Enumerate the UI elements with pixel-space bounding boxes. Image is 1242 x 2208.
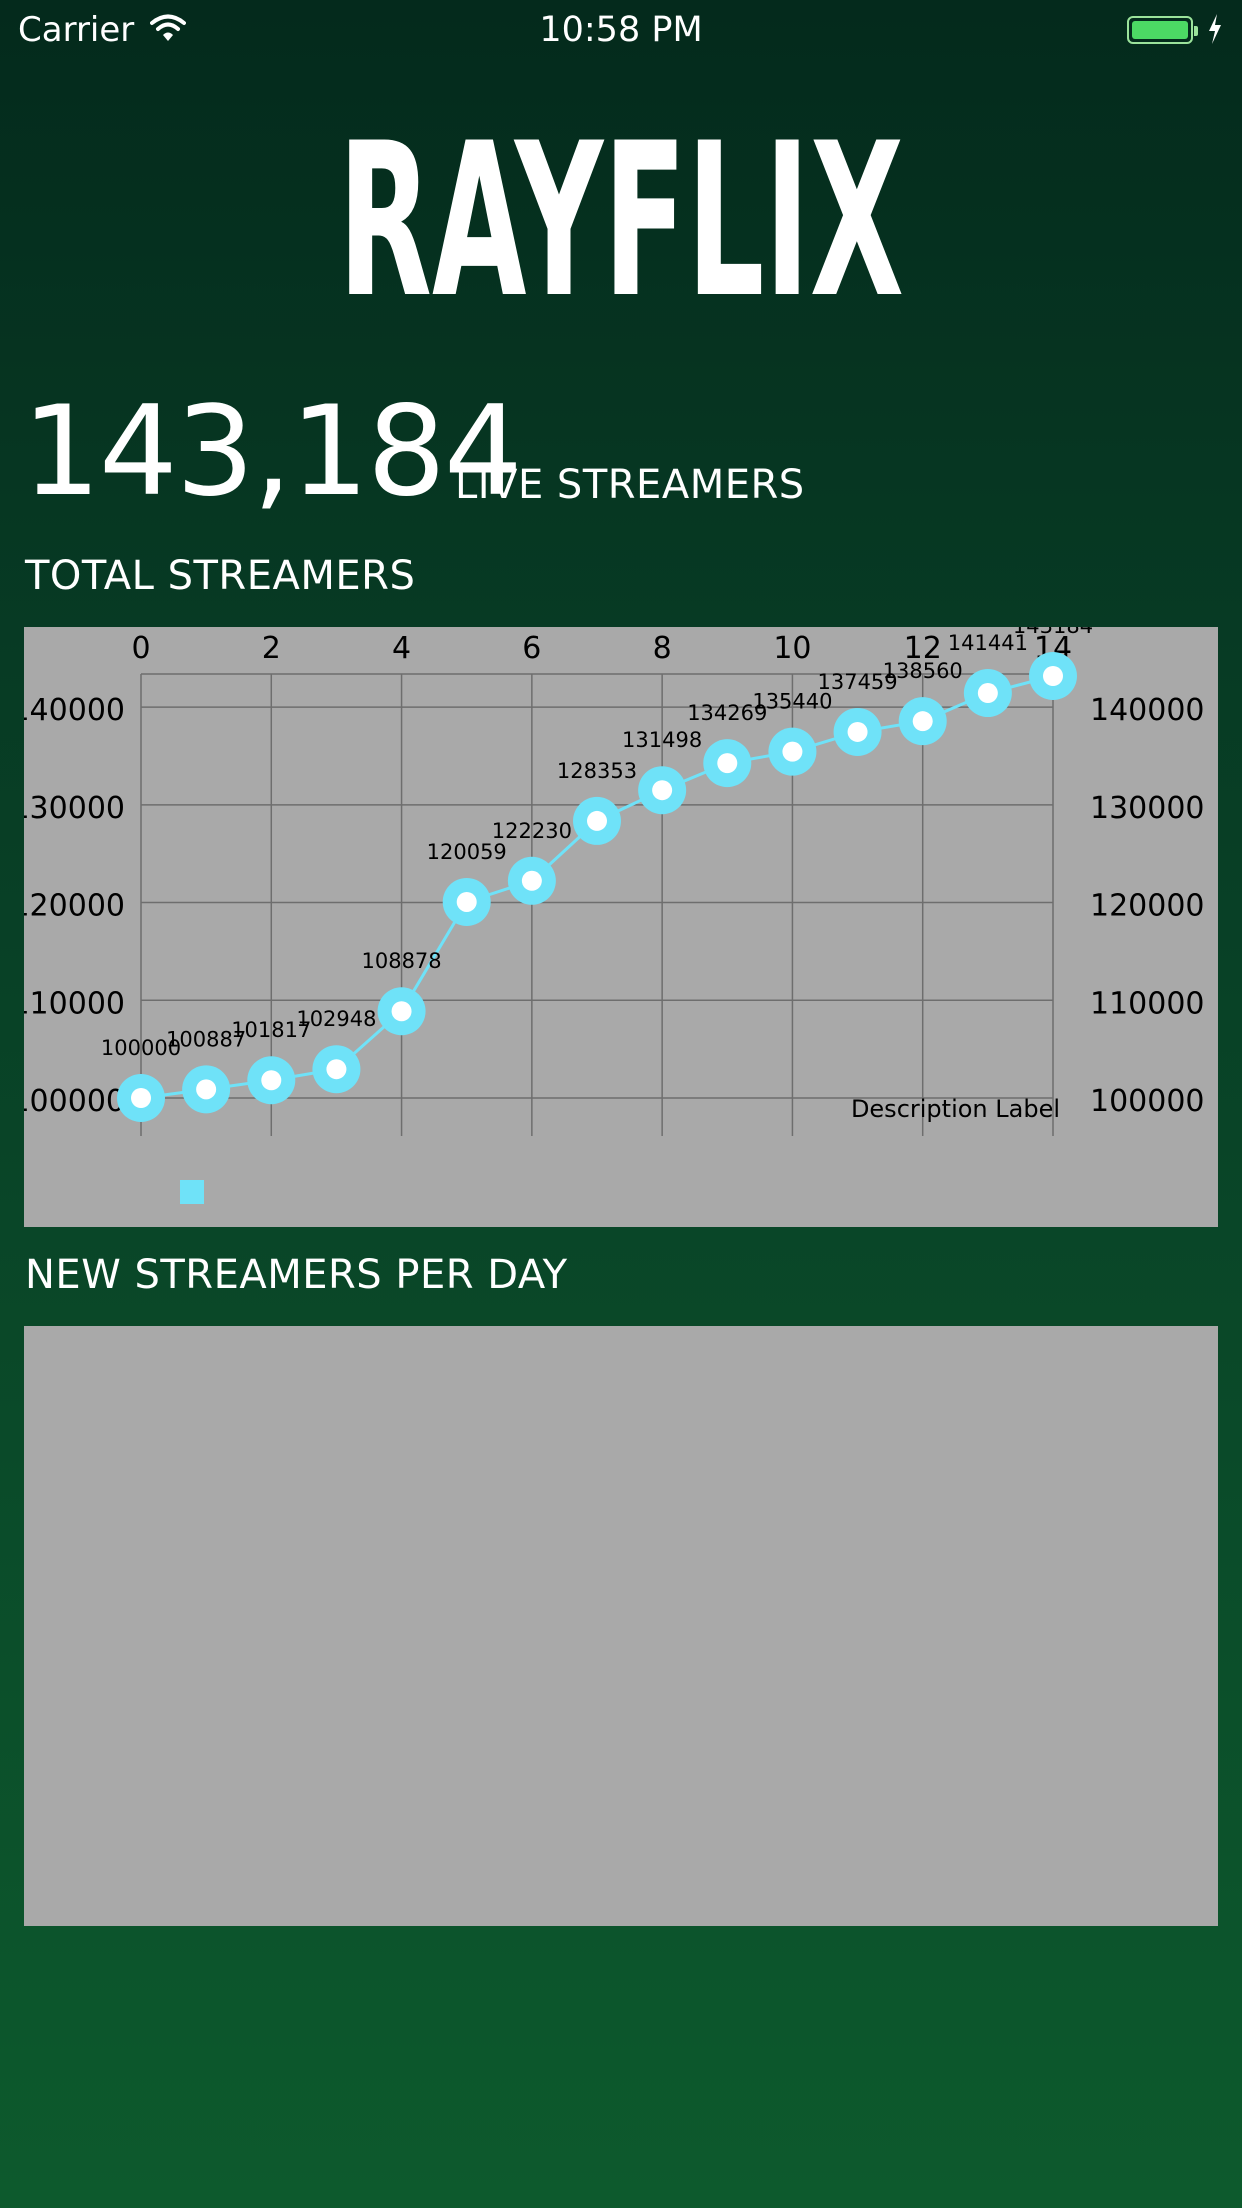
x-tick-label: 10 (773, 631, 811, 666)
new-streamers-chart[interactable] (24, 1326, 1218, 1926)
total-streamers-line-chart: 100000 100000 110000 110000 120000 120000 1300… (24, 627, 1205, 1204)
x-tick-label: 0 (131, 631, 150, 666)
svg-text:RAYFLIX: RAYFLIX (338, 110, 904, 310)
data-point-center (261, 1070, 282, 1091)
y-tick-label-right: 100000 (1090, 1084, 1205, 1119)
y-tick-label-right: 110000 (1090, 986, 1205, 1021)
data-point-center (782, 741, 803, 762)
data-label: 128353 (557, 759, 637, 783)
data-label: 143184 (1013, 627, 1093, 638)
status-time: 10:58 PM (539, 10, 703, 50)
y-tick-label-left: 120000 (24, 889, 125, 924)
data-label: 138560 (883, 659, 963, 683)
data-label: 122230 (492, 819, 572, 843)
live-streamers-label: LIVE STREAMERS (455, 462, 805, 508)
y-tick-label-left: 130000 (24, 791, 125, 826)
data-point-center (456, 891, 477, 912)
data-point-center (912, 711, 933, 732)
data-label: 120059 (427, 840, 507, 864)
data-point-center (847, 721, 868, 742)
data-point-center (652, 780, 673, 801)
data-point-center (977, 683, 998, 704)
new-streamers-title: NEW STREAMERS PER DAY (25, 1252, 568, 1298)
y-tick-label-right: 140000 (1090, 693, 1205, 728)
y-tick-label-right: 130000 (1090, 791, 1205, 826)
data-point-center (391, 1001, 412, 1022)
data-label: 131498 (622, 728, 702, 752)
y-tick-label-left: 100000 (24, 1084, 125, 1119)
charging-bolt-icon (1207, 14, 1223, 48)
x-tick-label: 6 (522, 631, 541, 666)
data-label: 102948 (296, 1007, 376, 1031)
x-tick-label: 4 (392, 631, 411, 666)
data-point-center (1043, 666, 1063, 686)
legend-swatch (180, 1180, 204, 1204)
status-bar: Carrier 10:58 PM (0, 0, 1242, 60)
y-tick-label-left: 110000 (24, 986, 125, 1021)
y-tick-label-right: 120000 (1090, 889, 1205, 924)
data-point-center (196, 1079, 217, 1100)
data-point-center (131, 1088, 151, 1108)
x-tick-label: 2 (262, 631, 281, 666)
battery-icon (1127, 16, 1198, 44)
x-tick-label: 8 (653, 631, 672, 666)
y-tick-label-left: 140000 (24, 693, 125, 728)
data-point-center (521, 870, 542, 891)
rayflix-logo: RAYFLIX (338, 110, 904, 310)
live-streamers-count: 143,184 (22, 380, 523, 524)
total-streamers-title: TOTAL STREAMERS (25, 553, 416, 599)
data-point-center (717, 753, 738, 774)
data-point-center (587, 810, 607, 831)
data-label: 108878 (361, 949, 441, 973)
total-streamers-chart[interactable]: 100000 100000 110000 110000 120000 120000 1300… (24, 627, 1218, 1227)
chart-description-label: Description Label (851, 1095, 1060, 1123)
data-point-center (326, 1059, 347, 1080)
